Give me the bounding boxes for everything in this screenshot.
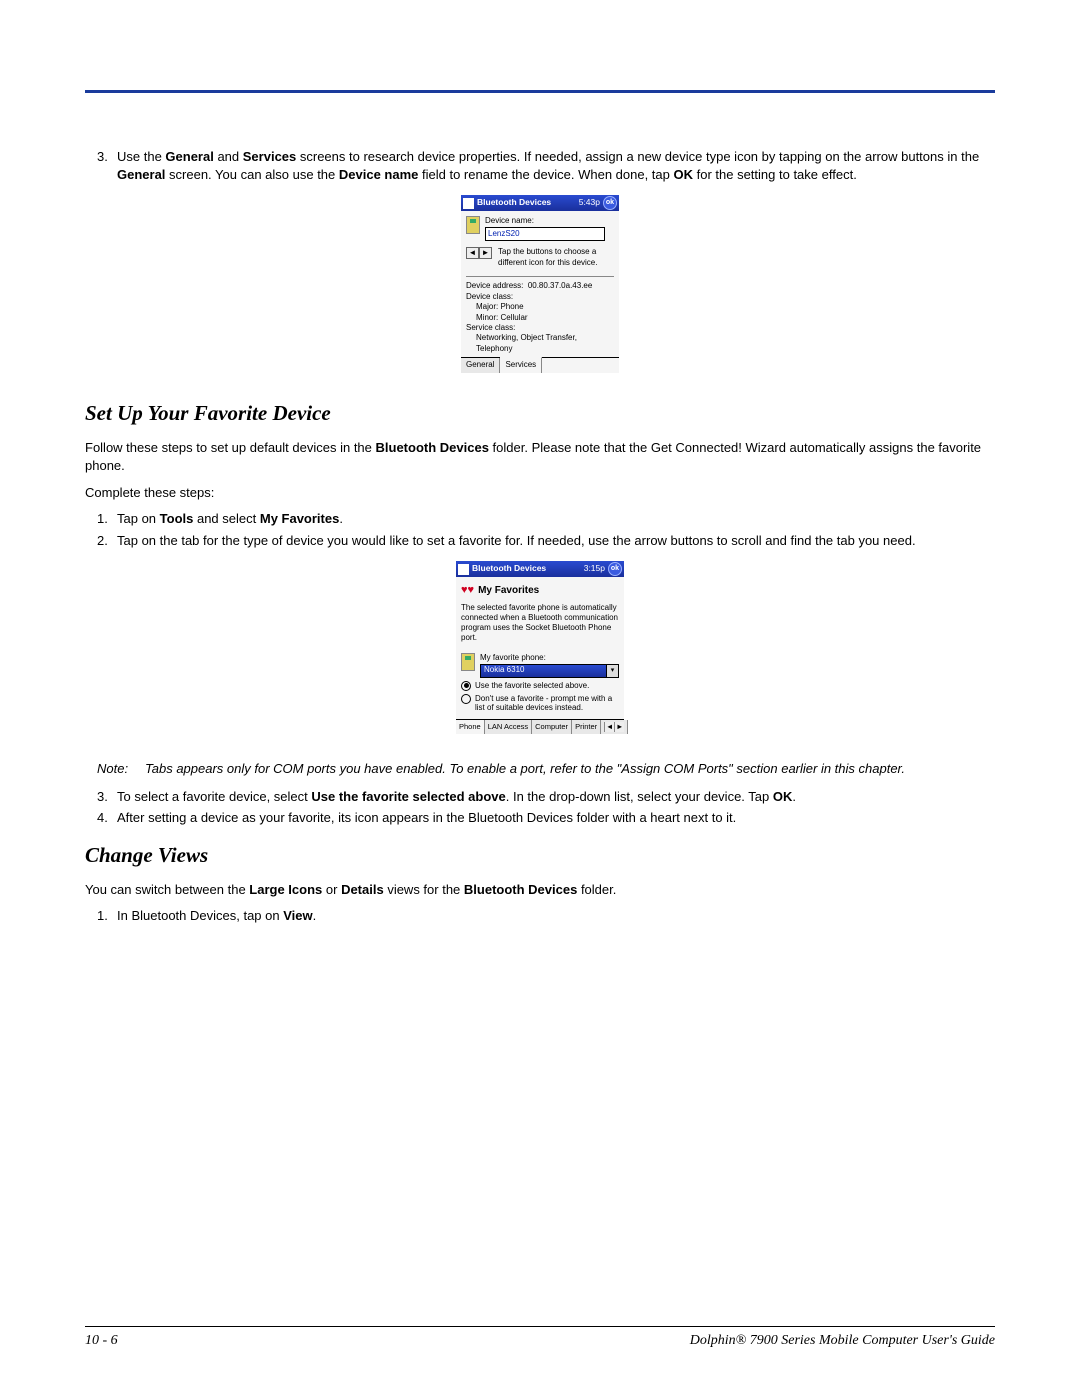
heading-set-up-favorite: Set Up Your Favorite Device xyxy=(85,399,995,427)
pda-title: Bluetooth Devices xyxy=(477,197,579,208)
service-class-label: Service class: xyxy=(466,323,614,333)
screenshot-my-favorites: Bluetooth Devices 3:15p ok ♥♥ My Favorit… xyxy=(456,561,624,734)
fav-step-2: 2. Tap on the tab for the type of device… xyxy=(85,532,995,550)
fav-step-3: 3. To select a favorite device, select U… xyxy=(85,788,995,806)
service-class-value: Networking, Object Transfer, Telephony xyxy=(466,333,614,354)
pda2-tabs: Phone LAN Access Computer Printer ◄► xyxy=(456,719,624,734)
scroll-right-icon: ► xyxy=(614,722,624,732)
tab-phone: Phone xyxy=(456,720,485,734)
tab-general: General xyxy=(461,358,500,373)
device-address-label: Device address: xyxy=(466,281,523,290)
icon-arrow-buttons: ◄► xyxy=(466,247,492,259)
device-icon xyxy=(466,216,480,234)
page-footer: 10 - 6 Dolphin® 7900 Series Mobile Compu… xyxy=(85,1326,995,1349)
pda2-titlebar: Bluetooth Devices 3:15p ok xyxy=(456,561,624,577)
radio-prompt: Don't use a favorite - prompt me with a … xyxy=(461,694,619,713)
scroll-left-icon: ◄ xyxy=(604,722,614,732)
views-step-1: 1. In Bluetooth Devices, tap on View. xyxy=(85,907,995,925)
device-address-value: 00.80.37.0a.43.ee xyxy=(528,281,593,290)
note: Note: Tabs appears only for COM ports yo… xyxy=(97,760,995,778)
complete-steps-label: Complete these steps: xyxy=(85,484,995,502)
radio-use-favorite: Use the favorite selected above. xyxy=(461,681,619,691)
page-number: 10 - 6 xyxy=(85,1333,118,1349)
pda-tabs: General Services xyxy=(461,357,619,373)
device-class-minor: Minor: Cellular xyxy=(466,313,614,323)
device-name-label: Device name: xyxy=(485,216,605,227)
heading-change-views: Change Views xyxy=(85,841,995,869)
fav-step-4: 4. After setting a device as your favori… xyxy=(85,809,995,827)
tab-printer: Printer xyxy=(572,720,601,734)
hearts-icon: ♥♥ xyxy=(461,583,474,598)
favorite-phone-label: My favorite phone: xyxy=(480,653,619,664)
fav-step-1: 1. Tap on Tools and select My Favorites. xyxy=(85,510,995,528)
device-class-label: Device class: xyxy=(466,292,614,302)
dropdown-caret-icon: ▾ xyxy=(606,665,618,677)
device-name-input xyxy=(485,227,605,241)
tab-services: Services xyxy=(500,357,542,373)
favorites-description: The selected favorite phone is automatic… xyxy=(461,603,619,643)
header-rule xyxy=(85,90,995,93)
my-favorites-heading: ♥♥ My Favorites xyxy=(461,583,619,598)
radio-icon xyxy=(461,694,471,704)
fav-intro: Follow these steps to set up default dev… xyxy=(85,439,995,474)
ok-button: ok xyxy=(603,196,617,210)
pda-time: 5:43p xyxy=(579,197,600,208)
windows-icon xyxy=(458,564,469,575)
arrow-help-text: Tap the buttons to choose a different ic… xyxy=(498,247,614,269)
ok-button: ok xyxy=(608,562,622,576)
views-intro: You can switch between the Large Icons o… xyxy=(85,881,995,899)
favorite-phone-dropdown: Nokia 6310 ▾ xyxy=(480,664,619,678)
pda2-time: 3:15p xyxy=(584,563,605,574)
step-3: 3. Use the General and Services screens … xyxy=(85,148,995,183)
guide-title: Dolphin® 7900 Series Mobile Computer Use… xyxy=(690,1333,995,1349)
screenshot-device-properties: Bluetooth Devices 5:43p ok Device name: … xyxy=(461,195,619,373)
device-icon xyxy=(461,653,475,671)
tab-lan-access: LAN Access xyxy=(485,720,532,734)
pda-titlebar: Bluetooth Devices 5:43p ok xyxy=(461,195,619,211)
tab-computer: Computer xyxy=(532,720,572,734)
device-class-major: Major: Phone xyxy=(466,302,614,312)
windows-icon xyxy=(463,198,474,209)
pda2-title: Bluetooth Devices xyxy=(472,563,584,574)
radio-icon xyxy=(461,681,471,691)
